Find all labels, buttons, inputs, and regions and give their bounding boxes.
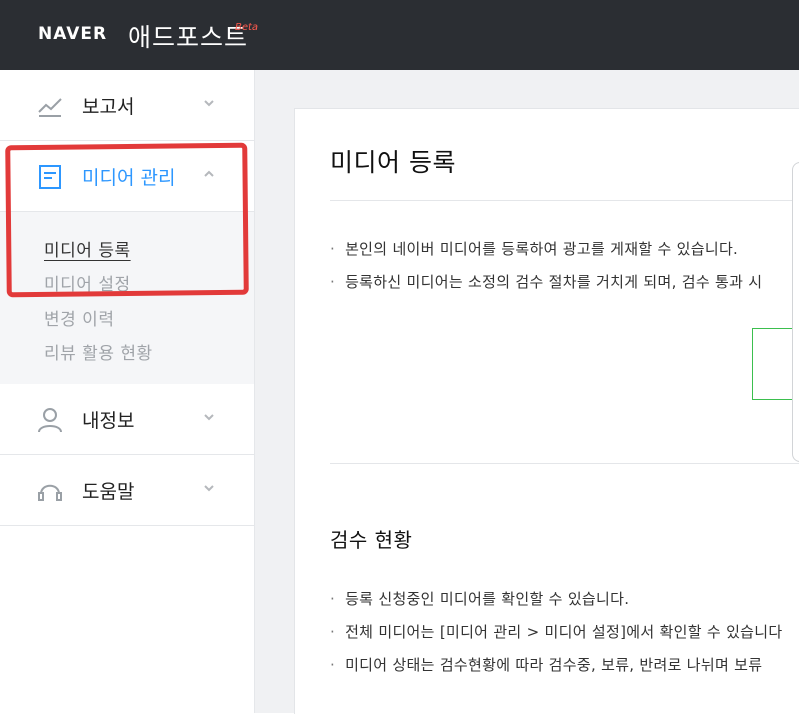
page-title: 미디어 등록 (330, 148, 456, 177)
submenu-item-change-history[interactable]: 변경 이력 (44, 305, 114, 330)
submenu-item-media-settings[interactable]: 미디어 설정 (44, 270, 131, 295)
product-name[interactable]: 애드포스트 (128, 18, 248, 54)
beta-badge: Beta (235, 22, 259, 33)
headset-icon (38, 484, 62, 501)
sidebar-item-help[interactable]: 도움말 (0, 455, 254, 526)
sidebar-item-label: 보고서 (82, 96, 135, 118)
sidebar-item-media-management[interactable]: 미디어 관리 (0, 141, 254, 212)
chevron-down-icon (204, 100, 214, 107)
user-icon (38, 408, 62, 433)
section-title-review-status: 검수 현황 (330, 528, 413, 552)
info-bullet: · 미디어 상태는 검수현황에 따라 검수중, 보류, 반려로 나뉘며 보류 (330, 656, 763, 674)
divider (330, 200, 799, 201)
chevron-up-icon (204, 170, 214, 177)
divider (330, 463, 799, 464)
naver-logo[interactable]: NAVER (38, 24, 107, 44)
sidebar-item-label: 도움말 (82, 481, 135, 503)
sidebar-item-label: 내정보 (82, 410, 135, 432)
sidebar-item-label: 미디어 관리 (82, 167, 176, 189)
chart-line-icon (38, 98, 62, 117)
sidebar-item-report[interactable]: 보고서 (0, 70, 254, 141)
document-icon (39, 165, 61, 189)
submenu-item-review-usage[interactable]: 리뷰 활용 현황 (44, 339, 153, 364)
top-bar: NAVER 애드포스트 Beta (0, 0, 799, 70)
info-bullet: · 등록하신 미디어는 소정의 검수 절차를 거치게 되며, 검수 통과 시 (330, 273, 763, 291)
info-bullet: · 등록 신청중인 미디어를 확인할 수 있습니다. (330, 590, 630, 608)
info-bullet: · 전체 미디어는 [미디어 관리 > 미디어 설정]에서 확인할 수 있습니다 (330, 623, 783, 641)
submenu-item-media-register[interactable]: 미디어 등록 (44, 236, 131, 261)
media-submenu: 미디어 등록 미디어 설정 변경 이력 리뷰 활용 현황 (0, 212, 254, 385)
chevron-down-icon (204, 485, 214, 492)
sidebar-item-my-info[interactable]: 내정보 (0, 384, 254, 455)
chevron-down-icon (204, 414, 214, 421)
info-bullet: · 본인의 네이버 미디어를 등록하여 광고를 게재할 수 있습니다. (330, 240, 739, 258)
overlay-panel (792, 162, 799, 462)
